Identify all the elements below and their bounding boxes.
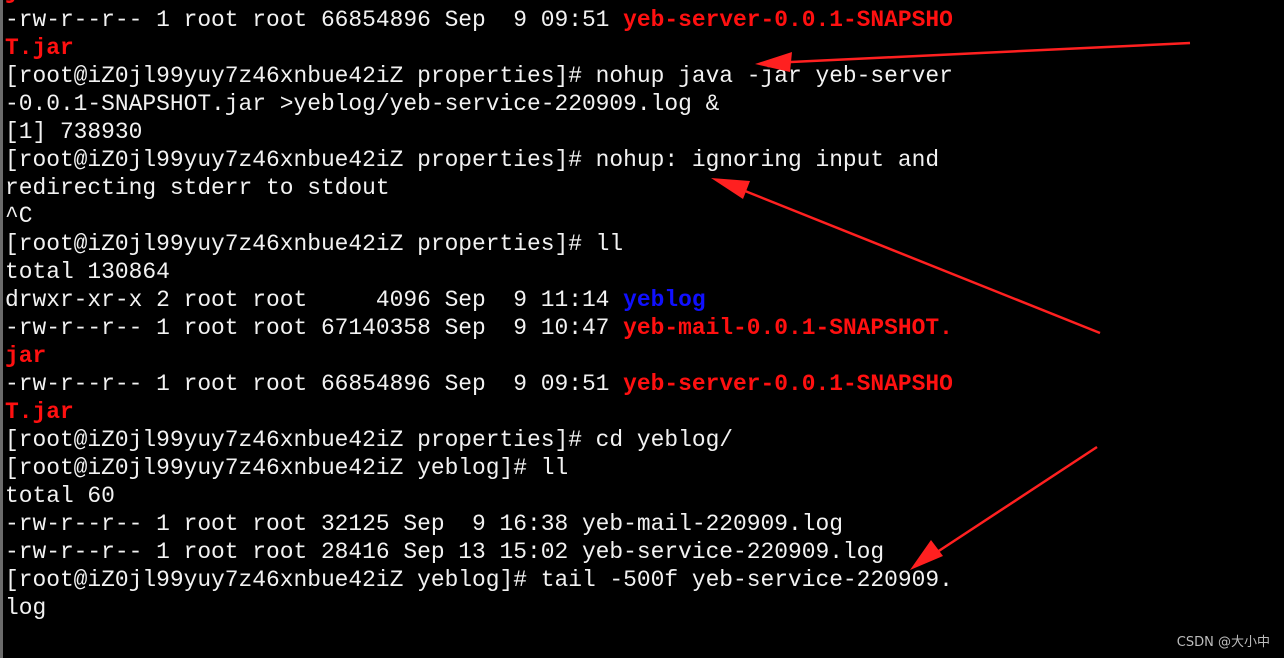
arrow-1-head: [755, 52, 792, 72]
arrow-3: [921, 445, 1098, 564]
arrow-2: [724, 181, 1101, 335]
arrow-2-head: [711, 178, 750, 199]
watermark: CSDN @大小中: [1176, 635, 1270, 650]
annotation-arrows: [711, 41, 1191, 570]
arrow-1: [769, 41, 1191, 65]
arrow-3-head: [910, 540, 943, 570]
